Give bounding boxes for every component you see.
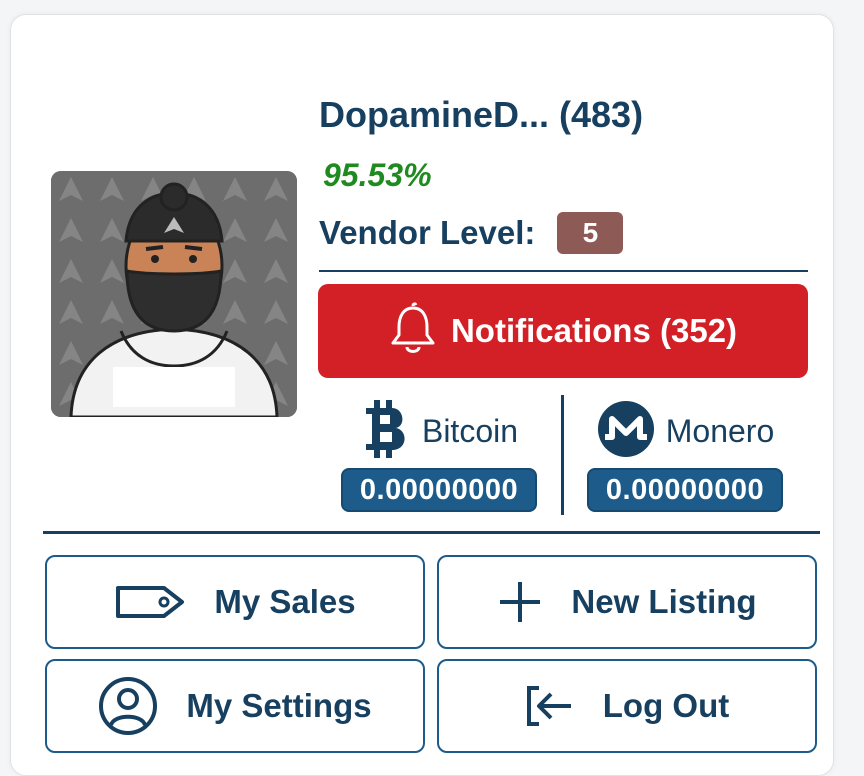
vendor-level-row: Vendor Level: 5 — [319, 211, 624, 255]
my-sales-label: My Sales — [214, 583, 356, 620]
wallet-divider — [561, 395, 564, 515]
vendor-level-badge: 5 — [557, 212, 624, 254]
monero-icon — [596, 399, 656, 464]
monero-wallet: Monero 0.00000000 — [575, 395, 795, 517]
vendor-profile-card: DopamineD... (483) 95.53% Vendor Level: … — [10, 14, 834, 776]
new-listing-button[interactable]: New Listing — [437, 555, 817, 649]
new-listing-label: New Listing — [571, 583, 757, 620]
vendor-rating: 95.53% — [323, 157, 432, 193]
tag-icon — [114, 582, 186, 622]
vendor-level-label: Vendor Level: — [319, 214, 536, 251]
my-sales-button[interactable]: My Sales — [45, 555, 425, 649]
my-settings-label: My Settings — [186, 687, 372, 724]
notifications-button[interactable]: Notifications (352) — [318, 284, 808, 378]
avatar — [51, 171, 297, 417]
my-settings-button[interactable]: My Settings — [45, 659, 425, 753]
log-out-button[interactable]: Log Out — [437, 659, 817, 753]
log-out-label: Log Out — [602, 687, 730, 724]
bitcoin-balance: 0.00000000 — [341, 468, 537, 512]
user-circle-icon — [98, 676, 158, 736]
bitcoin-wallet: Bitcoin 0.00000000 — [329, 395, 549, 517]
plus-icon — [497, 579, 543, 625]
notifications-label: Notifications (352) — [450, 312, 738, 349]
bitcoin-icon — [360, 398, 412, 465]
bitcoin-label: Bitcoin — [421, 412, 519, 449]
monero-balance: 0.00000000 — [587, 468, 783, 512]
monero-label: Monero — [665, 412, 775, 449]
log-out-icon — [525, 684, 575, 728]
vendor-username[interactable]: DopamineD... (483) — [319, 93, 643, 137]
divider — [43, 531, 820, 534]
divider — [319, 270, 808, 272]
bell-icon — [389, 301, 437, 362]
